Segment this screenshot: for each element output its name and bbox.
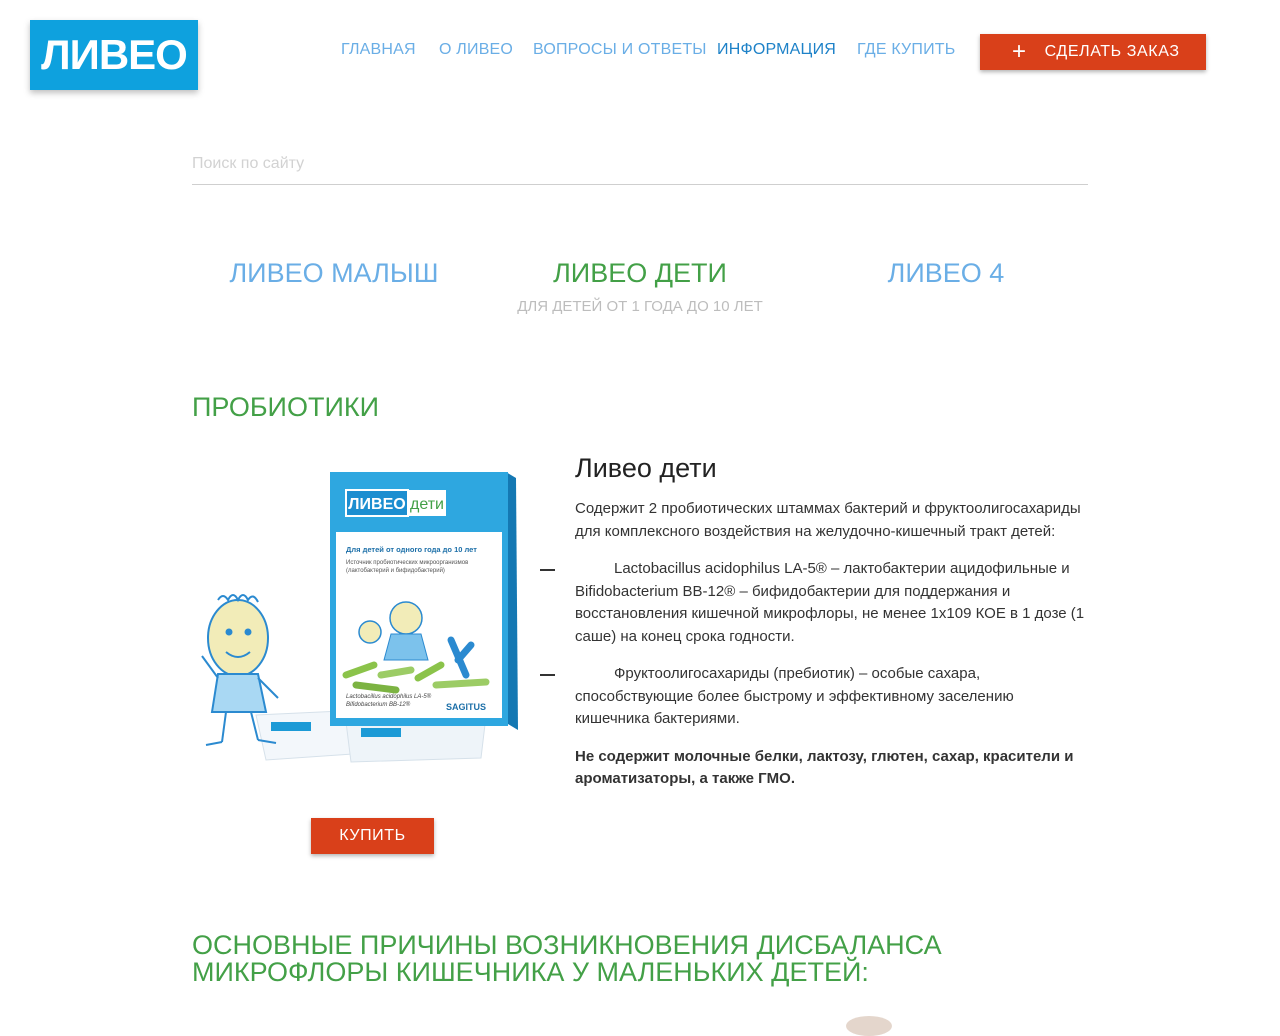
product-title: Ливео дети: [575, 453, 717, 483]
tab-liveo-deti[interactable]: ЛИВЕО ДЕТИ: [490, 258, 790, 289]
search-input[interactable]: [192, 144, 1088, 185]
product-image: ЛИВЕО дети Для детей от одного года до 1…: [201, 472, 518, 763]
make-order-button[interactable]: + СДЕЛАТЬ ЗАКАЗ: [980, 34, 1206, 70]
box-strain-2: Bifidobacterium BB-12®: [346, 701, 411, 708]
list-item: Фруктоолигосахариды (пребиотик) – особые…: [540, 663, 1090, 731]
site-logo[interactable]: ЛИВЕО: [30, 20, 198, 90]
buy-button[interactable]: КУПИТЬ: [311, 818, 434, 854]
box-brand-suffix: дети: [410, 496, 444, 513]
box-text-3: (лактобактерий и бифидобактерий): [346, 567, 445, 574]
list-item: Lactobacillus acidophilus LA-5® – лактоб…: [540, 558, 1090, 648]
tab-liveo-malysh[interactable]: ЛИВЕО МАЛЫШ: [184, 258, 484, 289]
nav-info[interactable]: ИНФОРМАЦИЯ: [717, 41, 836, 59]
nav-where-to-buy[interactable]: ГДЕ КУПИТЬ: [857, 41, 955, 59]
tab-liveo-4[interactable]: ЛИВЕО 4: [796, 258, 1096, 289]
list-item-text: Фруктоолигосахариды (пребиотик) – особые…: [575, 665, 1014, 727]
bottom-image-peek: [846, 1016, 892, 1036]
box-text-2: Источник пробиотических микроорганизмов: [346, 560, 468, 566]
box-maker: SAGITUS: [446, 702, 486, 712]
plus-icon: +: [1012, 38, 1027, 65]
product-description: Ливео дети Содержит 2 пробиотических шта…: [540, 452, 1090, 806]
list-item-text: Lactobacillus acidophilus LA-5® – лактоб…: [575, 560, 1085, 645]
make-order-label: СДЕЛАТЬ ЗАКАЗ: [1044, 43, 1180, 60]
box-text-1: Для детей от одного года до 10 лет: [346, 545, 477, 554]
tab-subtitle: ДЛЯ ДЕТЕЙ ОТ 1 ГОДА ДО 10 ЛЕТ: [517, 298, 763, 315]
box-brand-text: ЛИВЕО: [348, 496, 405, 513]
nav-about[interactable]: О ЛИВЕО: [439, 41, 513, 59]
causes-title: ОСНОВНЫЕ ПРИЧИНЫ ВОЗНИКНОВЕНИЯ ДИСБАЛАНС…: [192, 930, 942, 987]
product-note: Не содержит молочные белки, лактозу, глю…: [575, 747, 1074, 788]
nav-faq[interactable]: ВОПРОСЫ И ОТВЕТЫ: [533, 41, 707, 59]
product-intro: Содержит 2 пробиотических штаммах бактер…: [575, 500, 1081, 540]
nav-home[interactable]: ГЛАВНАЯ: [341, 41, 416, 59]
section-title: ПРОБИОТИКИ: [192, 392, 379, 422]
box-strain-1: Lactobacillus acidophilus LA-5®: [346, 693, 432, 700]
